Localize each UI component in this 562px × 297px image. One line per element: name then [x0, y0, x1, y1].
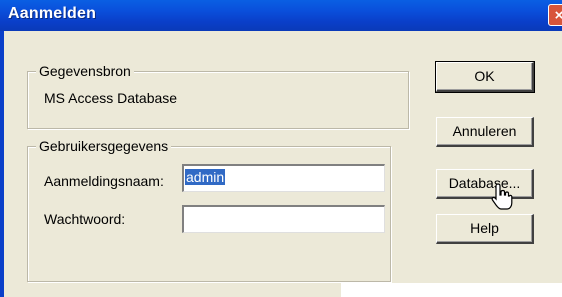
login-name-field[interactable]: admin [182, 164, 385, 192]
desktop-area [341, 283, 562, 297]
password-label: Wachtwoord: [44, 211, 126, 227]
help-button[interactable]: Help [436, 214, 534, 244]
dialog-body: Gegevensbron MS Access Database Gebruike… [0, 31, 562, 297]
data-source-value: MS Access Database [44, 90, 178, 106]
title-bar[interactable]: Aanmelden × [0, 0, 562, 31]
window-title: Aanmelden [8, 5, 97, 22]
login-name-label: Aanmeldingsnaam: [44, 173, 164, 189]
database-button[interactable]: Database... [436, 169, 534, 199]
close-icon[interactable]: × [548, 4, 562, 26]
hand-pointer-icon [491, 183, 513, 210]
cancel-button[interactable]: Annuleren [436, 117, 534, 147]
user-data-group-label: Gebruikersgegevens [36, 138, 172, 154]
login-dialog: Aanmelden × Gegevensbron MS Access Datab… [0, 0, 562, 297]
login-name-value: admin [185, 169, 226, 185]
ok-button[interactable]: OK [435, 61, 535, 93]
password-field[interactable] [182, 205, 385, 233]
data-source-group-label: Gegevensbron [36, 63, 134, 79]
